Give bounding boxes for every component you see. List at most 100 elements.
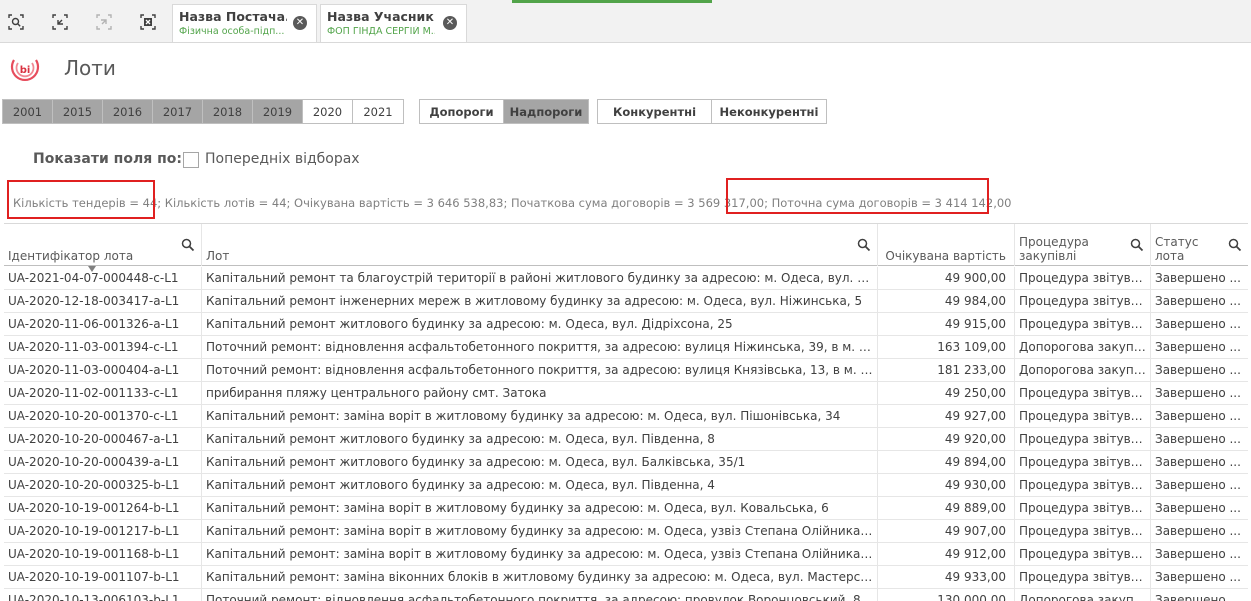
cell-procedure[interactable]: Процедура звітування (1015, 267, 1151, 289)
cell-lot-name[interactable]: Капітальний ремонт та благоустрій терито… (202, 267, 878, 289)
cell-status[interactable]: Завершено ... (1151, 267, 1248, 289)
cell-lot-id[interactable]: UA-2020-11-03-001394-c-L1 (4, 336, 202, 358)
selection-card-supplier[interactable]: Назва Постача... Фізична особа-підп... ✕ (172, 4, 317, 42)
previous-selections-checkbox[interactable] (183, 152, 199, 168)
cell-expected-value[interactable]: 49 920,00 (878, 428, 1015, 450)
cell-status[interactable]: Завершено ... (1151, 290, 1248, 312)
competitive-button[interactable]: Конкурентні (598, 100, 712, 123)
cell-status[interactable]: Завершено ... (1151, 566, 1248, 588)
cell-lot-name[interactable]: прибирання пляжу центрального району смт… (202, 382, 878, 404)
cell-expected-value[interactable]: 49 933,00 (878, 566, 1015, 588)
cell-expected-value[interactable]: 130 000,00 (878, 589, 1015, 601)
close-icon[interactable]: ✕ (443, 16, 457, 30)
search-icon[interactable] (181, 238, 195, 252)
cell-procedure[interactable]: Допорогова закупівля (1015, 359, 1151, 381)
cell-lot-id[interactable]: UA-2020-10-13-006103-b-L1 (4, 589, 202, 601)
table-row[interactable]: UA-2020-10-20-000439-a-L1 Капітальний рем… (4, 451, 1248, 474)
table-row[interactable]: UA-2020-10-20-000467-a-L1 Капітальний рем… (4, 428, 1248, 451)
cell-procedure[interactable]: Допорогова закупівля (1015, 589, 1151, 601)
cell-procedure[interactable]: Процедура звітування (1015, 520, 1151, 542)
cell-expected-value[interactable]: 49 915,00 (878, 313, 1015, 335)
cell-lot-name[interactable]: Поточний ремонт: відновлення асфальтобет… (202, 589, 878, 601)
cell-lot-id[interactable]: UA-2020-10-19-001217-b-L1 (4, 520, 202, 542)
cell-lot-name[interactable]: Капітальний ремонт житлового будинку за … (202, 474, 878, 496)
cell-expected-value[interactable]: 49 927,00 (878, 405, 1015, 427)
cell-lot-id[interactable]: UA-2020-10-20-000467-a-L1 (4, 428, 202, 450)
cell-procedure[interactable]: Процедура звітування (1015, 566, 1151, 588)
cell-expected-value[interactable]: 49 912,00 (878, 543, 1015, 565)
cell-procedure[interactable]: Допорогова закупівля (1015, 336, 1151, 358)
year-button-2017[interactable]: 2017 (153, 100, 203, 123)
cell-lot-name[interactable]: Капітальний ремонт: заміна воріт в житло… (202, 520, 878, 542)
cell-lot-id[interactable]: UA-2021-04-07-000448-c-L1 (4, 267, 202, 289)
cell-lot-id[interactable]: UA-2020-10-19-001264-b-L1 (4, 497, 202, 519)
step-back-icon[interactable] (47, 9, 73, 35)
cell-status[interactable]: Завершено ... (1151, 313, 1248, 335)
table-row[interactable]: UA-2020-10-19-001264-b-L1 Капітальний рем… (4, 497, 1248, 520)
step-forward-icon[interactable] (91, 9, 117, 35)
cell-status[interactable]: Завершено ... (1151, 520, 1248, 542)
column-header-procedure[interactable]: Процедура закупівлі (1015, 224, 1151, 266)
close-icon[interactable]: ✕ (293, 16, 307, 30)
cell-lot-id[interactable]: UA-2020-11-03-000404-a-L1 (4, 359, 202, 381)
year-button-2018[interactable]: 2018 (203, 100, 253, 123)
table-row[interactable]: UA-2020-11-03-000404-a-L1 Поточний ремонт… (4, 359, 1248, 382)
table-row[interactable]: UA-2020-10-20-001370-c-L1 Капітальний рем… (4, 405, 1248, 428)
cell-lot-name[interactable]: Капітальний ремонт: заміна воріт в житло… (202, 497, 878, 519)
table-row[interactable]: UA-2020-10-13-006103-b-L1 Поточний ремонт… (4, 589, 1248, 601)
cell-lot-id[interactable]: UA-2020-10-20-001370-c-L1 (4, 405, 202, 427)
year-button-2016[interactable]: 2016 (103, 100, 153, 123)
cell-lot-name[interactable]: Капітальний ремонт житлового будинку за … (202, 451, 878, 473)
column-header-status[interactable]: Статус лота (1151, 224, 1248, 266)
column-header-lot[interactable]: Лот (202, 224, 878, 266)
non-competitive-button[interactable]: Неконкурентні (712, 100, 826, 123)
cell-lot-name[interactable]: Капітальний ремонт: заміна віконних блок… (202, 566, 878, 588)
cell-status[interactable]: Завершено ... (1151, 589, 1248, 601)
threshold-button-below[interactable]: Допороги (420, 100, 504, 123)
cell-lot-name[interactable]: Поточний ремонт: відновлення асфальтобет… (202, 359, 878, 381)
year-button-2019[interactable]: 2019 (253, 100, 303, 123)
cell-status[interactable]: Завершено ... (1151, 474, 1248, 496)
table-row[interactable]: UA-2020-11-02-001133-c-L1 прибирання пляж… (4, 382, 1248, 405)
cell-procedure[interactable]: Процедура звітування (1015, 313, 1151, 335)
cell-expected-value[interactable]: 49 930,00 (878, 474, 1015, 496)
cell-procedure[interactable]: Процедура звітування (1015, 290, 1151, 312)
cell-expected-value[interactable]: 49 894,00 (878, 451, 1015, 473)
cell-lot-name[interactable]: Поточний ремонт: відновлення асфальтобет… (202, 336, 878, 358)
search-icon[interactable] (1228, 238, 1242, 252)
cell-status[interactable]: Завершено ... (1151, 405, 1248, 427)
cell-lot-id[interactable]: UA-2020-10-19-001168-b-L1 (4, 543, 202, 565)
clear-selections-icon[interactable] (135, 9, 161, 35)
cell-lot-name[interactable]: Капітальний ремонт інженерних мереж в жи… (202, 290, 878, 312)
cell-status[interactable]: Завершено ... (1151, 359, 1248, 381)
cell-expected-value[interactable]: 181 233,00 (878, 359, 1015, 381)
table-row[interactable]: UA-2020-10-19-001168-b-L1 Капітальний рем… (4, 543, 1248, 566)
year-button-2015[interactable]: 2015 (53, 100, 103, 123)
smart-search-icon[interactable] (3, 9, 29, 35)
cell-lot-name[interactable]: Капітальний ремонт житлового будинку за … (202, 428, 878, 450)
cell-lot-name[interactable]: Капітальний ремонт житлового будинку за … (202, 313, 878, 335)
cell-expected-value[interactable]: 49 984,00 (878, 290, 1015, 312)
cell-procedure[interactable]: Процедура звітування (1015, 497, 1151, 519)
selection-card-participant[interactable]: Назва Учасник... ФОП ГІНДА СЕРГІЙ М... ✕ (320, 4, 467, 42)
table-row[interactable]: UA-2021-04-07-000448-c-L1 Капітальний рем… (4, 267, 1248, 290)
cell-lot-id[interactable]: UA-2020-11-06-001326-a-L1 (4, 313, 202, 335)
table-row[interactable]: UA-2020-11-06-001326-a-L1 Капітальний рем… (4, 313, 1248, 336)
cell-lot-id[interactable]: UA-2020-10-20-000325-b-L1 (4, 474, 202, 496)
cell-procedure[interactable]: Процедура звітування (1015, 428, 1151, 450)
cell-status[interactable]: Завершено ... (1151, 497, 1248, 519)
cell-lot-name[interactable]: Капітальний ремонт: заміна воріт в житло… (202, 543, 878, 565)
cell-procedure[interactable]: Процедура звітування (1015, 543, 1151, 565)
year-button-2020[interactable]: 2020 (303, 100, 353, 123)
cell-expected-value[interactable]: 49 900,00 (878, 267, 1015, 289)
cell-procedure[interactable]: Процедура звітування (1015, 474, 1151, 496)
cell-expected-value[interactable]: 163 109,00 (878, 336, 1015, 358)
cell-lot-id[interactable]: UA-2020-10-19-001107-b-L1 (4, 566, 202, 588)
cell-status[interactable]: Завершено ... (1151, 382, 1248, 404)
cell-expected-value[interactable]: 49 250,00 (878, 382, 1015, 404)
threshold-button-above[interactable]: Надпороги (504, 100, 588, 123)
cell-procedure[interactable]: Процедура звітування (1015, 382, 1151, 404)
table-row[interactable]: UA-2020-12-18-003417-a-L1 Капітальний рем… (4, 290, 1248, 313)
search-icon[interactable] (857, 238, 871, 252)
year-button-2021[interactable]: 2021 (353, 100, 403, 123)
